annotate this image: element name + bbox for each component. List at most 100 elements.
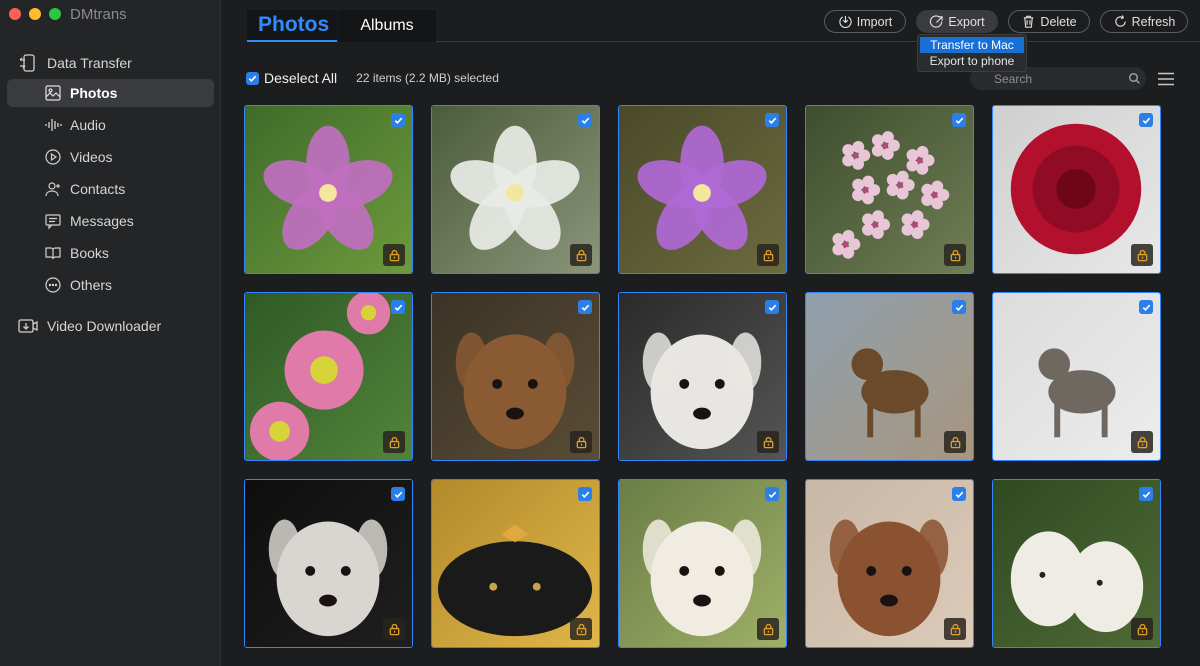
play-circle-icon (45, 149, 61, 165)
sidebar-item-label: Others (70, 277, 113, 293)
sidebar-item-label: Messages (70, 213, 134, 229)
hamburger-menu-icon[interactable] (1157, 70, 1175, 88)
tab-albums[interactable]: Albums (338, 10, 436, 42)
photo-checkbox[interactable] (952, 113, 966, 127)
photo-tile[interactable] (244, 479, 413, 648)
sidebar-item-audio[interactable]: Audio (7, 111, 214, 139)
sidebar-group-video-downloader[interactable]: Video Downloader (17, 315, 161, 337)
photo-tile[interactable] (618, 292, 787, 461)
minimize-window-button[interactable] (29, 8, 41, 20)
window-controls (9, 8, 61, 20)
sidebar-group-data-transfer[interactable]: Data Transfer (17, 52, 132, 74)
lock-badge (757, 431, 779, 453)
export-button[interactable]: Export (916, 10, 998, 33)
photo-checkbox[interactable] (1139, 487, 1153, 501)
sidebar-item-contacts[interactable]: Contacts (7, 175, 214, 203)
photo-tile[interactable] (244, 105, 413, 274)
photo-tile[interactable] (992, 292, 1161, 461)
lock-icon (1137, 249, 1147, 261)
checkmark-icon (955, 491, 963, 498)
lock-badge (383, 431, 405, 453)
checkmark-icon (768, 491, 776, 498)
lock-badge (1131, 618, 1153, 640)
photo-tile[interactable] (992, 479, 1161, 648)
lock-badge (944, 244, 966, 266)
refresh-label: Refresh (1131, 14, 1176, 29)
lock-icon (389, 436, 399, 448)
search-icon[interactable] (1128, 72, 1141, 85)
audio-wave-icon (45, 119, 62, 131)
photo-tile[interactable] (431, 105, 600, 274)
photo-tile[interactable] (618, 105, 787, 274)
photo-checkbox[interactable] (391, 300, 405, 314)
delete-label: Delete (1040, 14, 1077, 29)
photo-checkbox[interactable] (765, 300, 779, 314)
photo-tile[interactable] (431, 479, 600, 648)
photo-checkbox[interactable] (578, 300, 592, 314)
more-circle-icon (45, 277, 61, 293)
delete-button[interactable]: Delete (1008, 10, 1090, 33)
selection-count: 22 items (2.2 MB) selected (356, 71, 499, 85)
lock-icon (763, 623, 773, 635)
deselect-all-label[interactable]: Deselect All (264, 70, 337, 86)
refresh-button[interactable]: Refresh (1100, 10, 1188, 33)
close-window-button[interactable] (9, 8, 21, 20)
photo-checkbox[interactable] (765, 113, 779, 127)
photo-checkbox[interactable] (1139, 300, 1153, 314)
sidebar-item-books[interactable]: Books (7, 239, 214, 267)
photo-checkbox[interactable] (391, 113, 405, 127)
lock-icon (1137, 436, 1147, 448)
checkmark-icon (1142, 117, 1150, 124)
photo-tile[interactable] (805, 479, 974, 648)
checkmark-icon (394, 491, 402, 498)
export-menu: Transfer to Mac Export to phone (917, 34, 1027, 72)
checkmark-icon (394, 304, 402, 311)
lock-badge (570, 431, 592, 453)
photo-checkbox[interactable] (765, 487, 779, 501)
photo-tile[interactable] (805, 292, 974, 461)
export-icon (930, 15, 944, 28)
tab-photos[interactable]: Photos (247, 10, 337, 42)
lock-badge (757, 618, 779, 640)
lock-icon (389, 623, 399, 635)
photo-tile[interactable] (805, 105, 974, 274)
lock-icon (950, 249, 960, 261)
lock-badge (944, 431, 966, 453)
import-button[interactable]: Import (824, 10, 906, 33)
photo-tile[interactable] (992, 105, 1161, 274)
sidebar-item-label: Contacts (70, 181, 126, 197)
photo-tile[interactable] (244, 292, 413, 461)
app-title: DMtrans (70, 6, 127, 23)
lock-icon (576, 623, 586, 635)
sidebar-item-others[interactable]: Others (7, 271, 214, 299)
phone-transfer-icon (19, 54, 35, 72)
person-icon (45, 182, 60, 197)
photo-tile[interactable] (431, 292, 600, 461)
main-panel: Photos Albums Import Export Delete Refre… (222, 0, 1200, 666)
sidebar-item-messages[interactable]: Messages (7, 207, 214, 235)
message-icon (45, 214, 61, 230)
zoom-window-button[interactable] (49, 8, 61, 20)
photo-checkbox[interactable] (952, 487, 966, 501)
lock-icon (763, 249, 773, 261)
menu-item-transfer-to-mac[interactable]: Transfer to Mac (920, 37, 1024, 53)
selection-bar: Deselect All 22 items (2.2 MB) selected (246, 70, 499, 86)
lock-icon (763, 436, 773, 448)
photo-tile[interactable] (618, 479, 787, 648)
sidebar-item-photos[interactable]: Photos (7, 79, 214, 107)
lock-badge (757, 244, 779, 266)
deselect-all-checkbox[interactable] (246, 71, 259, 85)
photo-checkbox[interactable] (952, 300, 966, 314)
lock-badge (383, 618, 405, 640)
photo-checkbox[interactable] (1139, 113, 1153, 127)
photo-checkbox[interactable] (578, 113, 592, 127)
book-icon (45, 247, 61, 260)
sidebar-item-label: Videos (70, 149, 113, 165)
photo-checkbox[interactable] (578, 487, 592, 501)
menu-item-export-to-phone[interactable]: Export to phone (918, 53, 1026, 69)
checkmark-icon (1142, 491, 1150, 498)
lock-icon (576, 436, 586, 448)
photo-checkbox[interactable] (391, 487, 405, 501)
checkmark-icon (768, 304, 776, 311)
sidebar-item-videos[interactable]: Videos (7, 143, 214, 171)
